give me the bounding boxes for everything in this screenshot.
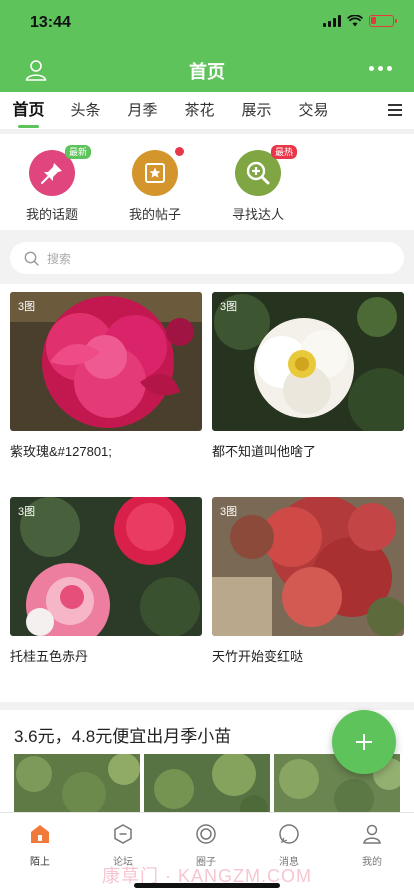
search-plus-icon: 最热: [235, 145, 297, 196]
add-post-button[interactable]: [332, 710, 396, 774]
post-title: 都不知道叫他啥了: [212, 444, 317, 459]
hot-badge: 最热: [270, 145, 297, 159]
post-image-multicolor-camellia: 3图: [10, 497, 202, 636]
category-tabs: 首页 头条 月季 茶花 展示 交易: [0, 92, 414, 130]
new-badge: 最新: [64, 145, 91, 159]
shortcut-find-experts[interactable]: 最热 寻找达人: [218, 145, 298, 223]
plus-icon: [356, 734, 372, 750]
nav-profile[interactable]: 我的: [342, 823, 402, 868]
post-card[interactable]: 3图 都不知道叫他啥了: [212, 292, 404, 460]
app-screen: 13:44 首页 首页 头条 月季 茶花 展示 交易 最新 我的话题 我的帖子 …: [0, 0, 414, 896]
shortcut-my-topics[interactable]: 最新 我的话题: [12, 145, 92, 223]
tab-rose[interactable]: 月季: [114, 93, 171, 129]
post-title: 紫玫瑰&#127801;: [10, 444, 112, 459]
shortcut-row: 最新 我的话题 我的帖子 最热 寻找达人: [0, 134, 414, 230]
post-image-nandina: 3图: [212, 497, 404, 636]
tab-camellia[interactable]: 茶花: [171, 93, 228, 129]
status-icons: [323, 15, 397, 27]
page-title: 首页: [189, 62, 225, 82]
circle-icon: [196, 824, 216, 844]
post-image-pink-camellia: 3图: [10, 292, 202, 431]
more-icon[interactable]: [369, 66, 392, 71]
tab-headlines[interactable]: 头条: [57, 93, 114, 129]
post-feed: 3图 紫玫瑰&#127801; 3图 都不知道叫他啥了 3图 托桂五色赤丹 3图…: [0, 284, 414, 702]
tab-showcase[interactable]: 展示: [228, 93, 285, 129]
signal-icon: [323, 15, 341, 27]
shortcut-my-posts[interactable]: 我的帖子: [115, 147, 195, 223]
post-card[interactable]: 3图 天竹开始变红哒: [212, 497, 404, 665]
promo-title: 3.6元，4.8元便宜出月季小苗: [14, 727, 232, 746]
nav-label: 陌上: [30, 857, 50, 868]
post-card[interactable]: 3图 托桂五色赤丹: [10, 497, 202, 665]
top-bar: 13:44 首页: [0, 0, 414, 92]
search-placeholder: 搜索: [47, 251, 72, 266]
menu-icon[interactable]: [388, 104, 402, 116]
post-card[interactable]: 3图 紫玫瑰&#127801;: [10, 292, 202, 460]
image-count: 3图: [18, 506, 36, 518]
image-count: 3图: [18, 301, 36, 313]
status-time: 13:44: [30, 14, 71, 31]
promo-thumb: [14, 754, 140, 820]
home-indicator: [134, 883, 280, 888]
pin-icon: 最新: [29, 145, 91, 196]
message-icon: [279, 824, 299, 844]
tab-trade[interactable]: 交易: [285, 93, 342, 129]
search-icon: [24, 251, 39, 266]
nav-label: 我的: [362, 857, 382, 868]
notification-dot: [175, 147, 184, 156]
post-title: 托桂五色赤丹: [10, 649, 89, 664]
promo-thumb: [144, 754, 270, 820]
forum-icon: [114, 824, 132, 844]
tab-home[interactable]: 首页: [0, 93, 57, 129]
image-count: 3图: [220, 506, 238, 518]
home-icon: [31, 825, 49, 843]
post-image-white-camellia: 3图: [212, 292, 404, 431]
shortcut-label: 我的帖子: [128, 207, 181, 222]
image-count: 3图: [220, 301, 238, 313]
star-icon: [132, 147, 184, 196]
search-input[interactable]: 搜索: [10, 242, 404, 274]
battery-icon: [369, 15, 397, 27]
shortcut-label: 寻找达人: [231, 207, 284, 222]
shortcut-label: 我的话题: [25, 207, 78, 222]
wifi-icon: [347, 15, 363, 27]
profile-icon: [363, 824, 381, 844]
nav-home[interactable]: 陌上: [10, 823, 70, 868]
post-title: 天竹开始变红哒: [212, 649, 304, 664]
search-section: 搜索: [0, 230, 414, 284]
